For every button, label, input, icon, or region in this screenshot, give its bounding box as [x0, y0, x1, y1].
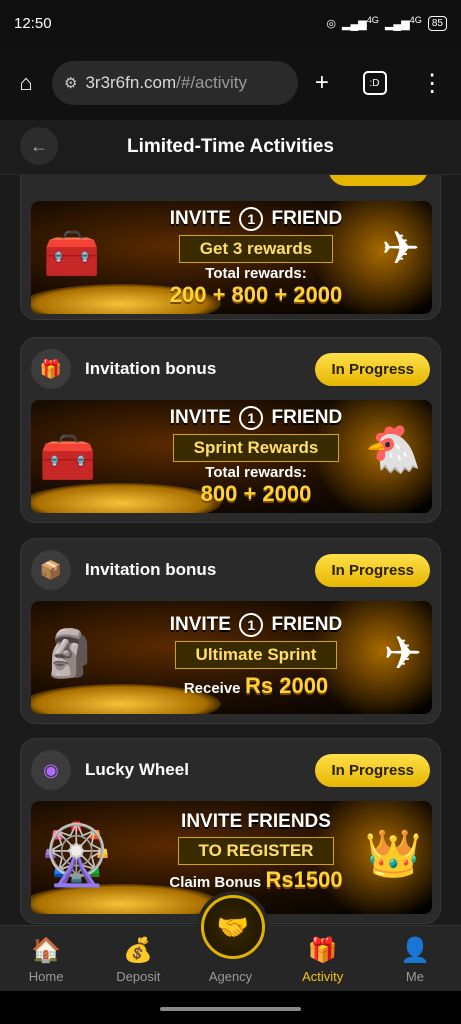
more-options-icon[interactable]: ⋮	[420, 69, 444, 98]
banner-subtitle: Total rewards:	[205, 464, 307, 481]
banner-line1-end: FRIEND	[271, 208, 343, 229]
status-bar: 12:50 ◎ ▂▄▆4G ▂▄▆4G 85	[0, 0, 461, 46]
site-settings-icon[interactable]: ⚙	[64, 74, 77, 92]
address-bar[interactable]: ⚙ 3r3r6fn.com/#/activity	[52, 61, 298, 105]
activity-list[interactable]: 🧰 ✈ INVITE 1 FRIEND Get 3 rewards Total …	[0, 175, 461, 925]
banner-line1: INVITE	[169, 407, 231, 428]
lucky-wheel-icon: ◉	[31, 750, 71, 790]
status-badge[interactable]: In Progress	[315, 553, 430, 587]
nav-home[interactable]: 🏠 Home	[0, 926, 92, 992]
nav-me[interactable]: 👤 Me	[369, 926, 461, 992]
nav-label: Agency	[208, 969, 253, 984]
new-tab-icon[interactable]: +	[315, 69, 329, 97]
activity-card[interactable]: 🧰 ✈ INVITE 1 FRIEND Get 3 rewards Total …	[20, 175, 441, 320]
chicken-art: 🐔	[364, 423, 422, 475]
banner-number: 1	[239, 406, 264, 430]
status-badge[interactable]: In Progress	[315, 753, 430, 787]
url-path: /#/activity	[176, 73, 248, 92]
activity-banner[interactable]: 🧰 🐔 INVITE 1 FRIEND Sprint Rewards Total…	[31, 400, 432, 513]
banner-amount: 800 + 2000	[200, 481, 312, 506]
aztec-warrior-art: 🗿	[41, 627, 99, 679]
clover-chest-art: 🧰	[39, 431, 97, 483]
status-badge[interactable]	[328, 175, 428, 186]
status-badge[interactable]: In Progress	[315, 352, 430, 386]
activity-banner[interactable]: 🧰 ✈ INVITE 1 FRIEND Get 3 rewards Total …	[31, 201, 432, 314]
banner-amount: Rs 2000	[244, 673, 329, 698]
nav-label: Deposit	[116, 969, 161, 984]
invitation-box-icon: 📦	[31, 550, 71, 590]
profile-icon: 👤	[399, 937, 430, 964]
home-icon[interactable]: ⌂	[0, 70, 52, 96]
gift-icon: 🎁	[307, 937, 338, 964]
spin-wheel-art: 🎡	[39, 821, 114, 888]
banner-pill: TO REGISTER	[177, 837, 335, 865]
nav-label: Activity	[302, 969, 344, 984]
house-icon: 🏠	[31, 937, 62, 964]
battery-icon: 85	[427, 15, 447, 31]
nav-label: Me	[405, 969, 424, 984]
banner-amount: Rs1500	[265, 867, 343, 892]
banner-pill: Sprint Rewards	[172, 434, 340, 462]
banner-subtitle: Total rewards:	[205, 265, 307, 282]
tab-switcher-icon[interactable]: :D	[362, 71, 387, 95]
card-title: Lucky Wheel	[85, 760, 189, 779]
banner-pill: Ultimate Sprint	[174, 641, 338, 669]
banner-number: 1	[239, 613, 264, 637]
banner-pill: Get 3 rewards	[178, 235, 334, 263]
activity-card[interactable]: 🎁 Invitation bonus In Progress 🧰 🐔 INVIT…	[20, 337, 441, 523]
signal-icon-2: ▂▄▆4G	[384, 15, 422, 31]
browser-toolbar: ⌂ ⚙ 3r3r6fn.com/#/activity + :D ⋮	[0, 46, 461, 120]
url-host: 3r3r6fn.com	[85, 73, 177, 92]
banner-number: 1	[239, 207, 264, 231]
red-plane-art: ✈	[383, 627, 422, 679]
banner-amount: 200 + 800 + 2000	[169, 282, 343, 307]
nav-deposit[interactable]: 💰 Deposit	[92, 926, 184, 992]
gesture-bar	[0, 991, 461, 1024]
banner-subtitle: Claim Bonus	[169, 874, 262, 891]
signal-icon: ▂▄▆4G	[342, 15, 379, 31]
back-arrow-icon[interactable]: ←	[20, 127, 58, 165]
agency-handshake-icon[interactable]: 🤝	[201, 895, 265, 959]
page-header: ← Limited-Time Activities	[0, 120, 461, 175]
nav-activity[interactable]: 🎁 Activity	[277, 926, 369, 992]
deposit-icon: 💰	[123, 937, 154, 964]
banner-line1: INVITE	[169, 208, 231, 229]
network-type-1: 4G	[366, 15, 379, 26]
card-title: Invitation bonus	[85, 560, 217, 579]
banner-subtitle: Receive	[183, 680, 241, 697]
page-title: Limited-Time Activities	[127, 136, 334, 157]
pilot-girl-art: ✈	[381, 222, 420, 274]
activity-banner[interactable]: 🗿 ✈ INVITE 1 FRIEND Ultimate Sprint Rece…	[31, 601, 432, 714]
nav-label: Home	[28, 969, 64, 984]
status-time: 12:50	[14, 14, 52, 32]
aztec-king-art: 👑	[364, 827, 422, 879]
card-title: Invitation bonus	[85, 359, 217, 378]
invitation-gift-icon: 🎁	[31, 349, 71, 389]
banner-line1-end: FRIEND	[271, 614, 343, 635]
network-type-2: 4G	[409, 15, 422, 26]
status-icons: ◎ ▂▄▆4G ▂▄▆4G 85	[326, 15, 447, 31]
banner-line1-end: FRIEND	[271, 407, 343, 428]
banner-line1: INVITE FRIENDS	[181, 811, 331, 832]
home-indicator[interactable]	[160, 1007, 301, 1011]
treasure-chest-art: 🧰	[43, 227, 101, 279]
activity-card[interactable]: 📦 Invitation bonus In Progress 🗿 ✈ INVIT…	[20, 538, 441, 724]
banner-line1: INVITE	[169, 614, 231, 635]
hotspot-icon: ◎	[326, 17, 336, 30]
